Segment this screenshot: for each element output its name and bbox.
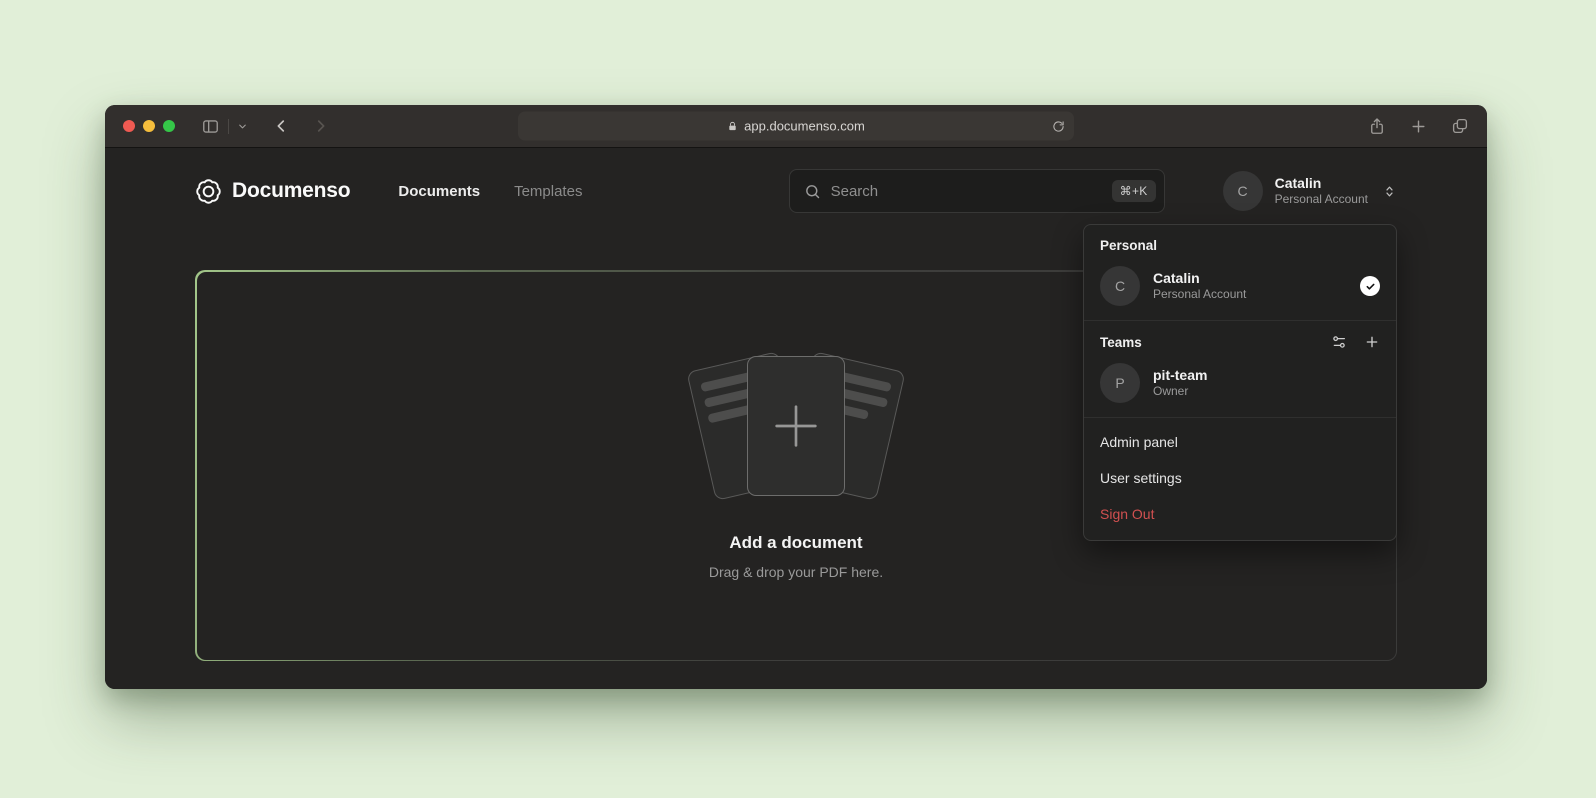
account-name: Catalin xyxy=(1153,269,1347,287)
documenso-logo-icon xyxy=(195,178,222,205)
dropzone-subtitle: Drag & drop your PDF here. xyxy=(709,564,883,580)
team-avatar: P xyxy=(1100,363,1140,403)
zoom-window-button[interactable] xyxy=(163,120,175,132)
sidebar-chevron-down-icon[interactable] xyxy=(237,121,248,132)
dropzone-title: Add a document xyxy=(729,533,862,553)
account-dropdown: Personal C Catalin Personal Account Team… xyxy=(1083,224,1397,541)
account-name: Catalin xyxy=(1275,175,1368,193)
search-shortcut-badge: ⌘+K xyxy=(1112,180,1156,202)
close-window-button[interactable] xyxy=(123,120,135,132)
account-type: Personal Account xyxy=(1275,192,1368,207)
chevrons-up-down-icon xyxy=(1382,184,1397,199)
nav-documents[interactable]: Documents xyxy=(398,183,480,200)
reload-icon[interactable] xyxy=(1052,120,1065,133)
search-box[interactable]: ⌘+K xyxy=(789,169,1165,213)
browser-window: app.documenso.com xyxy=(105,105,1487,689)
nav-templates[interactable]: Templates xyxy=(514,183,582,200)
document-stack-icon xyxy=(681,351,911,501)
check-circle-icon xyxy=(1360,276,1380,296)
search-input[interactable] xyxy=(831,183,1102,200)
personal-section-label: Personal xyxy=(1100,238,1380,253)
team-item[interactable]: P pit-team Owner xyxy=(1100,363,1380,403)
lock-icon xyxy=(727,120,738,132)
dropdown-menu-items: Admin panel User settings Sign Out xyxy=(1084,418,1396,540)
teams-section-label: Teams xyxy=(1100,335,1142,350)
forward-icon[interactable] xyxy=(312,117,330,135)
team-role: Owner xyxy=(1153,384,1380,400)
menu-item-user-settings[interactable]: User settings xyxy=(1084,460,1396,496)
toolbar-separator xyxy=(228,119,229,134)
brand-name: Documenso xyxy=(232,179,350,203)
add-team-icon[interactable] xyxy=(1364,334,1380,350)
browser-toolbar: app.documenso.com xyxy=(105,105,1487,148)
back-icon[interactable] xyxy=(272,117,290,135)
url-text: app.documenso.com xyxy=(744,119,865,134)
brand-link[interactable]: Documenso xyxy=(195,178,350,205)
account-menu-trigger[interactable]: C Catalin Personal Account xyxy=(1223,171,1397,211)
share-icon[interactable] xyxy=(1368,117,1386,136)
avatar: C xyxy=(1223,171,1263,211)
plus-icon xyxy=(767,397,825,455)
new-tab-icon[interactable] xyxy=(1410,118,1427,135)
menu-item-sign-out[interactable]: Sign Out xyxy=(1084,496,1396,532)
manage-teams-icon[interactable] xyxy=(1331,334,1347,350)
address-bar[interactable]: app.documenso.com xyxy=(518,112,1074,141)
teams-section: Teams P pit-team Owner xyxy=(1084,321,1396,417)
traffic-lights xyxy=(123,120,175,132)
personal-account-item[interactable]: C Catalin Personal Account xyxy=(1100,266,1380,306)
team-name: pit-team xyxy=(1153,366,1380,384)
account-type: Personal Account xyxy=(1153,287,1347,303)
main-nav: Documents Templates xyxy=(398,183,582,200)
menu-item-admin-panel[interactable]: Admin panel xyxy=(1084,424,1396,460)
app-content: Documenso Documents Templates ⌘+K C Cata… xyxy=(105,148,1487,689)
document-card-front xyxy=(747,356,845,496)
sidebar-icon[interactable] xyxy=(201,117,220,136)
search-icon xyxy=(804,183,821,200)
personal-section: Personal C Catalin Personal Account xyxy=(1084,225,1396,320)
tab-overview-icon[interactable] xyxy=(1451,117,1469,135)
avatar: C xyxy=(1100,266,1140,306)
minimize-window-button[interactable] xyxy=(143,120,155,132)
app-header: Documenso Documents Templates ⌘+K C Cata… xyxy=(105,148,1487,234)
